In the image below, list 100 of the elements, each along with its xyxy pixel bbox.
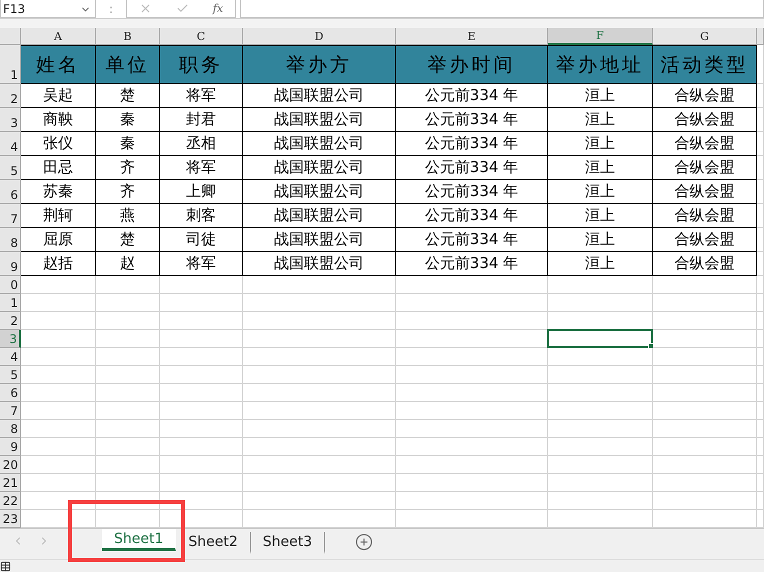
row-header[interactable]: 5 xyxy=(0,156,21,180)
table-cell: 田忌 xyxy=(21,156,96,180)
header-cell: 举办地址 xyxy=(548,45,653,84)
table-cell: 丞相 xyxy=(160,132,243,156)
row-header[interactable]: 8 xyxy=(0,228,21,252)
table-cell: 合纵会盟 xyxy=(653,132,757,156)
table-cell: 燕 xyxy=(96,204,160,228)
table-cell: 公元前334 年 xyxy=(396,108,548,132)
column-header[interactable]: F xyxy=(548,28,653,45)
add-sheet-button[interactable] xyxy=(355,533,374,551)
table-cell: 公元前334 年 xyxy=(396,132,548,156)
table-cell: 洹上 xyxy=(548,204,653,228)
table-cell: 屈原 xyxy=(21,228,96,252)
header-cell: 举办方 xyxy=(243,45,396,84)
table-cell: 合纵会盟 xyxy=(653,228,757,252)
row-header[interactable]: 4 xyxy=(0,132,21,156)
table-cell: 齐 xyxy=(96,180,160,204)
table-cell: 洹上 xyxy=(548,156,653,180)
table-cell: 合纵会盟 xyxy=(653,252,757,276)
table-cell: 吴起 xyxy=(21,84,96,108)
insert-function-button[interactable]: fx xyxy=(212,2,224,15)
table-cell: 苏秦 xyxy=(21,180,96,204)
column-header[interactable]: D xyxy=(243,28,396,45)
column-header[interactable]: E xyxy=(396,28,548,45)
formula-input[interactable] xyxy=(240,0,764,18)
table-cell: 战国联盟公司 xyxy=(243,156,396,180)
table-cell: 战国联盟公司 xyxy=(243,228,396,252)
row-header[interactable]: 21 xyxy=(0,474,21,492)
table-cell: 战国联盟公司 xyxy=(243,252,396,276)
sheet-tab[interactable]: Sheet3 xyxy=(250,532,326,554)
header-cell: 姓名 xyxy=(21,45,96,84)
row-header[interactable]: 5 xyxy=(0,366,21,384)
table-cell: 楚 xyxy=(96,228,160,252)
table-cell: 荆轲 xyxy=(21,204,96,228)
table-cell: 司徒 xyxy=(160,228,243,252)
row-header[interactable]: 4 xyxy=(0,348,21,366)
row-header[interactable]: 6 xyxy=(0,384,21,402)
table-cell: 合纵会盟 xyxy=(653,204,757,228)
row-header[interactable]: 8 xyxy=(0,420,21,438)
column-header[interactable]: C xyxy=(160,28,243,45)
table-cell: 洹上 xyxy=(548,228,653,252)
table-cell: 公元前334 年 xyxy=(396,84,548,108)
table-cell: 合纵会盟 xyxy=(653,108,757,132)
table-cell: 刺客 xyxy=(160,204,243,228)
table-cell: 合纵会盟 xyxy=(653,180,757,204)
name-box[interactable]: F13 xyxy=(0,0,96,18)
header-cell: 职务 xyxy=(160,45,243,84)
table-cell: 楚 xyxy=(96,84,160,108)
table-cell: 赵 xyxy=(96,252,160,276)
table-cell: 洹上 xyxy=(548,252,653,276)
table-cell: 合纵会盟 xyxy=(653,84,757,108)
table-cell: 将军 xyxy=(160,252,243,276)
table-cell: 战国联盟公司 xyxy=(243,108,396,132)
column-header[interactable]: B xyxy=(96,28,160,45)
table-cell: 公元前334 年 xyxy=(396,252,548,276)
row-header[interactable]: 0 xyxy=(0,276,21,294)
table-cell: 公元前334 年 xyxy=(396,156,548,180)
table-cell: 公元前334 年 xyxy=(396,228,548,252)
table-cell: 战国联盟公司 xyxy=(243,84,396,108)
table-cell: 封君 xyxy=(160,108,243,132)
table-cell: 战国联盟公司 xyxy=(243,180,396,204)
row-header[interactable]: 1 xyxy=(0,294,21,312)
table-cell: 战国联盟公司 xyxy=(243,132,396,156)
row-header[interactable]: 3 xyxy=(0,108,21,132)
table-cell: 公元前334 年 xyxy=(396,180,548,204)
sheet-tab[interactable]: Sheet2 xyxy=(176,532,251,554)
row-header[interactable]: 2 xyxy=(0,312,21,330)
table-cell: 齐 xyxy=(96,156,160,180)
table-cell: 公元前334 年 xyxy=(396,204,548,228)
separator-dots: : xyxy=(108,1,114,18)
header-cell: 举办时间 xyxy=(396,45,548,84)
row-header[interactable]: 7 xyxy=(0,204,21,228)
row-header[interactable]: 7 xyxy=(0,402,21,420)
table-cell: 将军 xyxy=(160,84,243,108)
row-header[interactable]: 6 xyxy=(0,180,21,204)
table-cell: 洹上 xyxy=(548,108,653,132)
cancel-icon[interactable] xyxy=(138,2,152,15)
row-header[interactable]: 9 xyxy=(0,252,21,276)
row-header[interactable]: 20 xyxy=(0,456,21,474)
column-header[interactable]: G xyxy=(653,28,757,45)
row-header[interactable]: 22 xyxy=(0,492,21,510)
row-header[interactable]: 23 xyxy=(0,510,21,528)
column-header[interactable] xyxy=(757,28,764,45)
table-cell: 秦 xyxy=(96,132,160,156)
row-header[interactable]: 3 xyxy=(0,330,21,348)
header-cell: 活动类型 xyxy=(653,45,757,84)
sheet-tab[interactable]: Sheet1 xyxy=(102,529,176,551)
select-all-corner[interactable] xyxy=(0,28,21,45)
table-cell: 商鞅 xyxy=(21,108,96,132)
column-header[interactable]: A xyxy=(21,28,96,45)
table-cell: 洹上 xyxy=(548,132,653,156)
row-header[interactable]: 9 xyxy=(0,438,21,456)
table-cell: 张仪 xyxy=(21,132,96,156)
header-cell: 单位 xyxy=(96,45,160,84)
table-cell: 合纵会盟 xyxy=(653,156,757,180)
table-cell: 洹上 xyxy=(548,180,653,204)
table-cell: 赵括 xyxy=(21,252,96,276)
sheet-view-icon[interactable] xyxy=(0,561,11,572)
row-header[interactable]: 1 xyxy=(0,45,21,84)
row-header[interactable]: 2 xyxy=(0,84,21,108)
